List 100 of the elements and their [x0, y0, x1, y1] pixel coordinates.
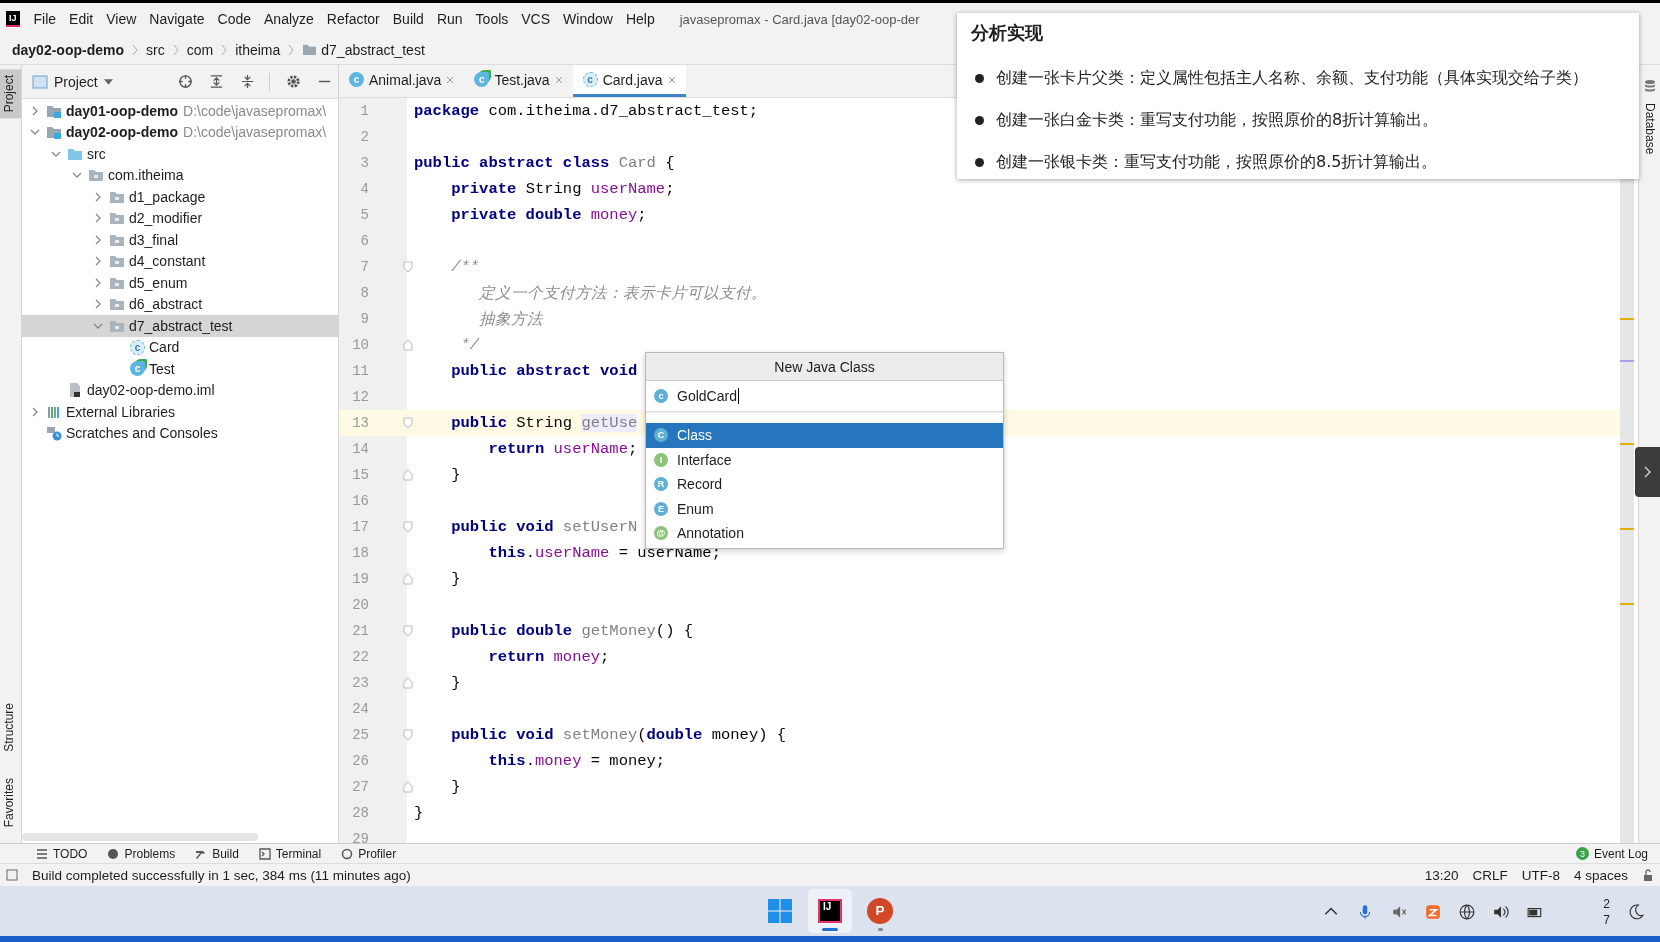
tree-item[interactable]: Scratches and Consoles	[22, 422, 338, 444]
tree-item[interactable]: d2_modifier	[22, 207, 338, 229]
fold-marker-icon[interactable]	[403, 261, 413, 273]
tool-window-button[interactable]: Terminal	[258, 846, 322, 861]
menu-item[interactable]: Window	[563, 11, 613, 27]
kind-option[interactable]: @ Annotation	[646, 521, 1003, 546]
taskbar-app[interactable]: P	[858, 888, 902, 933]
close-icon[interactable]	[667, 75, 676, 84]
fold-marker-icon[interactable]	[403, 573, 413, 585]
fold-marker-icon[interactable]	[403, 729, 413, 741]
editor-tab[interactable]: c Test.java	[464, 65, 573, 97]
breadcrumb[interactable]: com	[186, 41, 214, 58]
tool-window-tab[interactable]: Project	[0, 69, 21, 119]
panel-toggle-icon[interactable]	[6, 869, 18, 882]
close-icon[interactable]	[446, 75, 455, 84]
expand-all-icon[interactable]	[209, 74, 224, 89]
event-log-button[interactable]: 3 Event Log	[1575, 846, 1648, 861]
taskbar-app[interactable]: IJ	[808, 888, 852, 933]
moon-icon[interactable]	[1628, 903, 1644, 920]
lock-icon[interactable]	[1642, 869, 1654, 882]
chevron-right-icon[interactable]	[30, 105, 40, 116]
chevron-right-icon[interactable]	[93, 234, 103, 245]
menu-item[interactable]: VCS	[521, 11, 551, 27]
editor-tab[interactable]: c Animal.java	[339, 65, 465, 97]
fold-marker-icon[interactable]	[403, 677, 413, 689]
globe-icon[interactable]	[1459, 903, 1476, 920]
breadcrumb[interactable]: src	[146, 41, 165, 58]
chevron-right-icon[interactable]	[93, 191, 103, 202]
status-item[interactable]: CRLF	[1472, 867, 1508, 883]
menu-item[interactable]: Navigate	[149, 11, 205, 27]
tool-window-tab[interactable]: Structure	[0, 696, 21, 758]
tree-item[interactable]: d3_final	[22, 229, 338, 251]
tool-window-tab[interactable]: Favorites	[0, 771, 21, 833]
fold-marker-icon[interactable]	[403, 521, 413, 533]
status-item[interactable]: 13:20	[1424, 867, 1459, 883]
chevron-right-icon[interactable]	[30, 406, 40, 417]
settings-icon[interactable]	[286, 74, 301, 89]
menu-item[interactable]: Code	[217, 11, 252, 27]
menu-item[interactable]: Build	[392, 11, 424, 27]
code-line: }	[450, 778, 461, 796]
tool-window-button[interactable]: Build	[195, 846, 239, 861]
dropdown-caret-icon[interactable]	[103, 78, 113, 85]
chevron-right-icon[interactable]	[93, 256, 103, 267]
status-item[interactable]: UTF-8	[1521, 867, 1560, 883]
tree-item[interactable]: d5_enum	[22, 272, 338, 294]
tree-item[interactable]: day02-oop-demo.iml	[22, 379, 338, 401]
tree-item[interactable]: c Test	[22, 358, 338, 380]
horizontal-scrollbar[interactable]	[22, 833, 258, 841]
database-icon[interactable]	[1643, 79, 1656, 93]
tool-window-button[interactable]: Profiler	[341, 846, 397, 861]
class-name-field[interactable]: c GoldCard	[646, 381, 1003, 412]
menu-item[interactable]: Tools	[475, 11, 509, 27]
menu-item[interactable]: File	[33, 11, 57, 27]
expand-panel-button[interactable]	[1635, 447, 1660, 497]
window-icon	[32, 73, 48, 90]
kind-option[interactable]: R Record	[646, 472, 1003, 497]
tool-window-tab[interactable]: Database	[1640, 97, 1659, 161]
crosshair-icon[interactable]	[178, 74, 193, 89]
status-item[interactable]: 4 spaces	[1573, 867, 1628, 883]
tree-item[interactable]: day01-oop-demo D:\code\javasepromax\	[22, 100, 338, 122]
fold-marker-icon[interactable]	[403, 339, 413, 351]
chevron-right-icon[interactable]	[93, 299, 103, 310]
tool-window-button[interactable]: TODO	[36, 846, 88, 861]
class-icon: c	[130, 361, 145, 377]
breadcrumb[interactable]: itheima	[235, 41, 281, 58]
tree-item[interactable]: d6_abstract	[22, 293, 338, 315]
tree-item[interactable]: External Libraries	[22, 401, 338, 423]
fold-marker-icon[interactable]	[403, 781, 413, 793]
fold-marker-icon[interactable]	[403, 625, 413, 637]
tree-item[interactable]: d1_package	[22, 186, 338, 208]
breadcrumb[interactable]: day02-oop-demo	[12, 41, 124, 58]
speaker-icon[interactable]	[1493, 903, 1510, 920]
menu-item[interactable]: Run	[436, 11, 463, 27]
collapse-all-icon[interactable]	[240, 74, 255, 89]
kind-option[interactable]: C Class	[646, 423, 1003, 448]
close-icon[interactable]	[554, 75, 563, 84]
menu-item[interactable]: Help	[625, 11, 655, 27]
tree-item[interactable]: com.itheima	[22, 164, 338, 186]
menu-item[interactable]: Refactor	[326, 11, 380, 27]
chevron-right-icon[interactable]	[93, 277, 103, 288]
menu-item[interactable]: Analyze	[264, 11, 314, 27]
tree-item[interactable]: c Card	[22, 336, 338, 358]
menu-item[interactable]: Edit	[69, 11, 94, 27]
chevron-right-icon[interactable]	[93, 213, 103, 224]
app-tray-icon[interactable]	[1425, 903, 1442, 920]
code-line: public abstract class Card {	[414, 154, 675, 172]
menu-item[interactable]: View	[106, 11, 137, 27]
fold-marker-icon[interactable]	[403, 417, 413, 429]
breadcrumb[interactable]: d7_abstract_test	[321, 41, 425, 58]
tree-item[interactable]: src	[22, 143, 338, 165]
tree-item[interactable]: d7_abstract_test	[22, 315, 338, 337]
tree-item[interactable]: d4_constant	[22, 250, 338, 272]
editor-tab[interactable]: c Card.java	[572, 65, 686, 97]
kind-option[interactable]: E Enum	[646, 496, 1003, 521]
fold-marker-icon[interactable]	[403, 469, 413, 481]
tree-item[interactable]: day02-oop-demo D:\code\javasepromax\	[22, 121, 338, 143]
tool-window-button[interactable]: Problems	[107, 846, 176, 861]
window-title: javasepromax - Card.java [day02-oop-der	[679, 11, 920, 27]
panel-title[interactable]: Project	[54, 73, 98, 90]
kind-option[interactable]: I Interface	[646, 447, 1003, 472]
